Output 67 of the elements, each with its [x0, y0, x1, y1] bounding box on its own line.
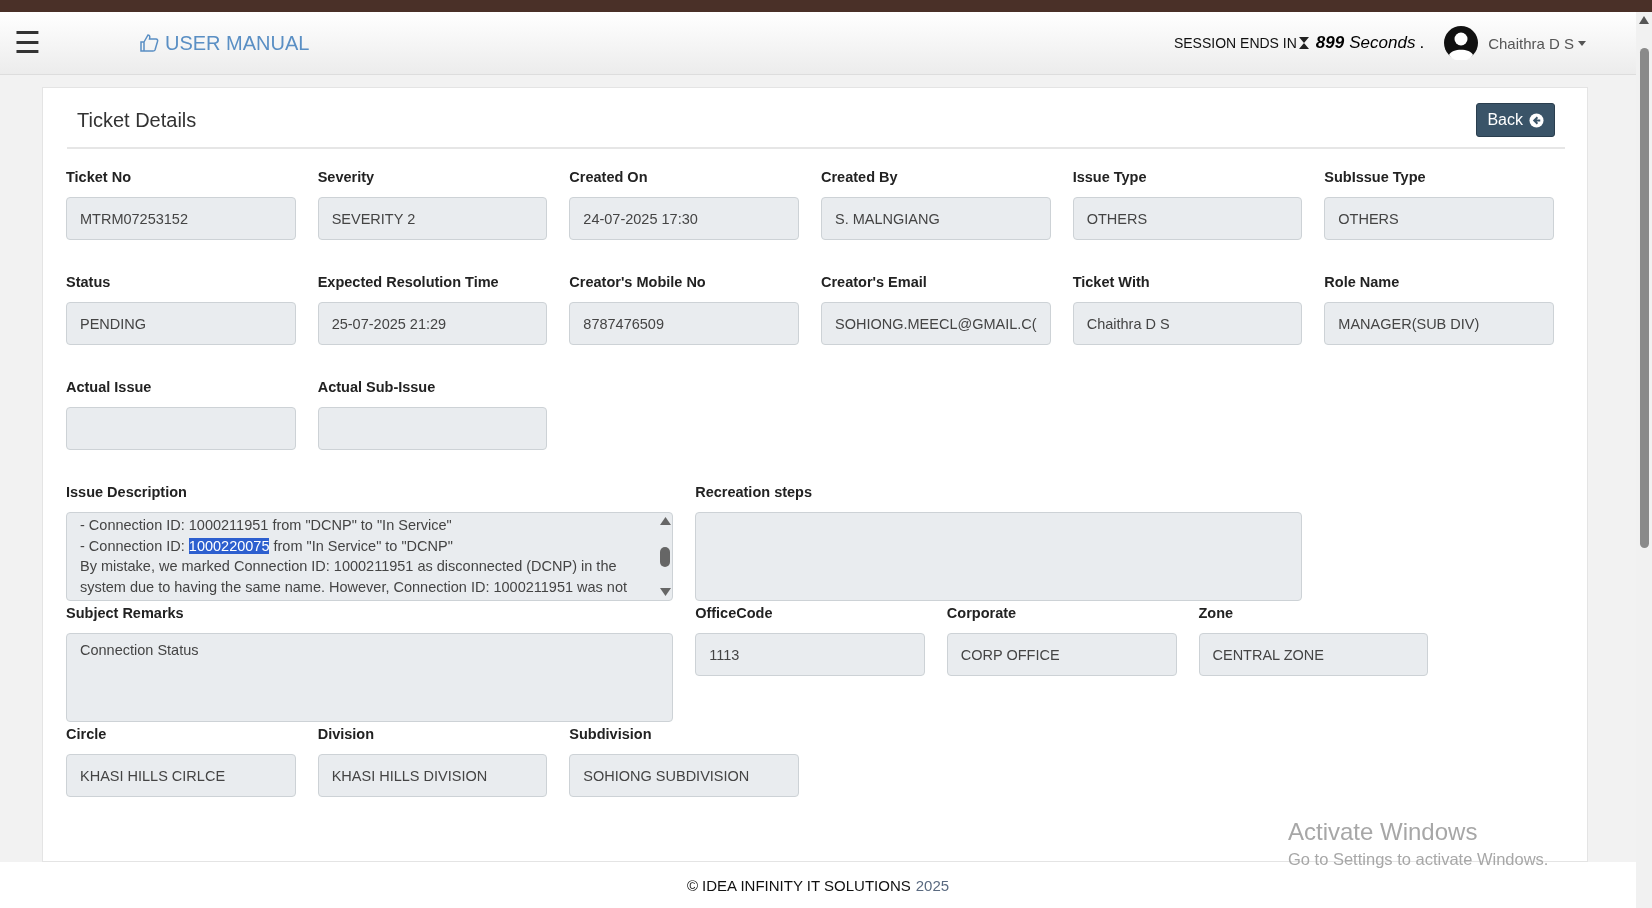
scroll-up-icon[interactable] — [659, 517, 671, 525]
field-label: Created By — [821, 168, 899, 187]
text-area[interactable]: - Connection ID: 1000211951 from "DCNP" to "In Service" - Connection ID: 1000220075 from "In Service" to "DCNP" By mistake, we marked Connection ID: 1000211951 as disconnected (DCNP) in the system due to having the same name. However, Connection ID: 1000211951 was not — [66, 512, 674, 601]
scrollbar-thumb[interactable] — [660, 546, 671, 567]
input-field[interactable] — [66, 407, 296, 450]
field-label: Ticket With — [1072, 273, 1151, 292]
field-label: Zone — [1198, 604, 1235, 623]
input-field[interactable]: MANAGER(SUB DIV) — [1324, 302, 1554, 345]
field-label: OfficeCode — [695, 604, 774, 623]
activation-title: Activate Windows — [1288, 818, 1479, 846]
field-label: Recreation steps — [695, 483, 813, 502]
field-label: Ticket No — [66, 168, 132, 187]
thumbs-up-icon — [139, 34, 159, 52]
activation-text: Go to Settings to activate Windows. — [1288, 850, 1549, 869]
field-label: Circle — [66, 725, 108, 744]
field-label: SubIssue Type — [1324, 168, 1427, 187]
input-field[interactable]: KHASI HILLS CIRLCE — [66, 754, 296, 797]
field-label: Subdivision — [569, 725, 653, 744]
scroll-down-icon[interactable] — [659, 588, 671, 596]
input-field[interactable]: SEVERITY 2 — [317, 197, 548, 240]
session-label: SESSION ENDS IN — [1173, 35, 1297, 51]
card-title: Ticket Details — [77, 108, 197, 132]
input-field[interactable]: S. MALNGIANG — [821, 197, 1051, 240]
field-label: Issue Description — [66, 483, 188, 502]
field-label: Expected Resolution Time — [317, 273, 500, 292]
caret-icon — [1578, 40, 1586, 46]
field-label: Actual Issue — [66, 378, 153, 397]
hourglass-icon — [1297, 36, 1310, 50]
input-field[interactable]: PENDING — [66, 302, 296, 345]
avatar-icon — [1444, 26, 1479, 60]
field-label: Created On — [569, 168, 649, 187]
input-field[interactable]: OTHERS — [1324, 197, 1554, 240]
text-area[interactable]: Connection Status — [66, 633, 674, 722]
menu-button[interactable]: ☰ — [10, 28, 45, 58]
copyright-text: © IDEA INFINITY IT SOLUTIONS — [686, 876, 911, 894]
input-field[interactable]: 1113 — [695, 633, 925, 676]
field-label: Division — [317, 725, 376, 744]
field-label: Creator's Mobile No — [569, 273, 707, 292]
input-field[interactable]: KHASI HILLS DIVISION — [317, 754, 548, 797]
field-label: Actual Sub-Issue — [317, 378, 437, 397]
back-button[interactable]: Back — [1476, 103, 1555, 137]
field-label: Role Name — [1324, 273, 1401, 292]
input-field[interactable] — [317, 407, 548, 450]
input-field[interactable]: SOHIONG.MEECL@GMAIL.C( — [821, 302, 1051, 345]
input-field[interactable]: OTHERS — [1072, 197, 1303, 240]
copyright-year: 2025 — [915, 876, 950, 894]
user-menu[interactable]: Chaithra D S — [1488, 34, 1586, 52]
session-unit: Seconds — [1349, 33, 1416, 53]
input-field[interactable]: SOHIONG SUBDIVISION — [569, 754, 799, 797]
input-field[interactable]: 8787476509 — [569, 302, 799, 345]
input-field[interactable]: 25-07-2025 21:29 — [317, 302, 548, 345]
field-label: Issue Type — [1072, 168, 1148, 187]
field-label: Corporate — [946, 604, 1018, 623]
back-arrow-icon — [1529, 112, 1544, 128]
field-label: Creator's Email — [821, 273, 928, 292]
field-label: Status — [66, 273, 112, 292]
input-field[interactable]: CORP OFFICE — [946, 633, 1177, 676]
input-field[interactable]: CENTRAL ZONE — [1198, 633, 1429, 676]
scrollbar-thumb[interactable] — [1640, 48, 1649, 548]
input-field[interactable]: MTRM07253152 — [66, 197, 296, 240]
input-field[interactable]: 24-07-2025 17:30 — [569, 197, 799, 240]
session-dot: . — [1419, 33, 1425, 53]
session-count: 899 — [1315, 33, 1345, 53]
field-label: Severity — [317, 168, 376, 187]
field-label: Subject Remarks — [66, 604, 185, 623]
scroll-up-icon[interactable] — [1639, 16, 1649, 24]
input-field[interactable]: Chaithra D S — [1072, 302, 1303, 345]
